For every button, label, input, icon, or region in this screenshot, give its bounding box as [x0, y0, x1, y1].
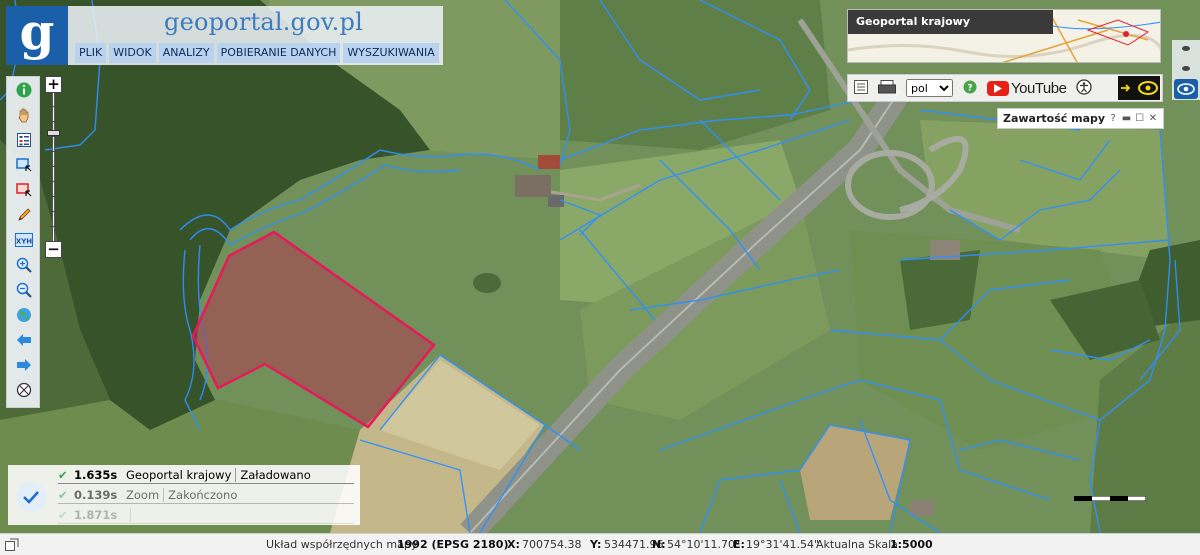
youtube-link[interactable]: YouTube	[987, 79, 1067, 97]
e-value: 19°31'41.54"	[746, 538, 820, 551]
x-label: X:	[507, 538, 520, 551]
select-rect-icon[interactable]	[15, 156, 33, 174]
log-row: ✔ 0.139s Zoom Zakończono	[58, 486, 354, 504]
back-arrow-icon[interactable]	[15, 331, 33, 349]
arrow-right-icon	[1120, 84, 1130, 92]
map-scale-bar	[1074, 496, 1146, 501]
y-label: Y:	[590, 538, 602, 551]
check-icon: ✔	[58, 507, 68, 522]
svg-text:XYH: XYH	[16, 238, 32, 246]
menu-widok[interactable]: WIDOK	[109, 43, 156, 63]
zoom-tick	[49, 211, 58, 212]
n-value: 54°10'11.70"	[667, 538, 741, 551]
select-rect-red-icon[interactable]	[15, 181, 33, 199]
youtube-icon	[987, 80, 1009, 96]
xyh-coordinates-icon[interactable]: XYH	[15, 231, 33, 249]
menu-plik[interactable]: PLIK	[75, 43, 107, 63]
zoom-handle[interactable]	[47, 129, 60, 136]
zoom-in-button[interactable]: +	[45, 76, 62, 93]
crs-label: Układ współrzędnych mapy	[266, 538, 418, 551]
forward-arrow-icon[interactable]	[15, 356, 33, 374]
map-content-panel-header[interactable]: Zawartość mapy ? ▬ ☐ ✕	[997, 108, 1164, 129]
compass-icon[interactable]	[15, 381, 33, 399]
log-time: 1.635s	[74, 467, 118, 482]
check-icon: ✔	[58, 467, 68, 482]
pan-hand-icon[interactable]	[15, 106, 33, 124]
top-right-toolset: pol ? YouTube	[847, 74, 1163, 102]
eye-icon	[1137, 81, 1158, 95]
print-icon[interactable]	[878, 79, 896, 97]
x-value: 700754.38	[522, 538, 582, 551]
draw-pencil-icon[interactable]	[15, 206, 33, 224]
zoom-slider[interactable]: + −	[45, 76, 62, 258]
accessibility-icon[interactable]	[1076, 78, 1093, 98]
check-icon: ✔	[58, 487, 68, 502]
menu-wyszukiwania[interactable]: WYSZUKIWANIA	[343, 43, 439, 63]
zoom-tick	[49, 136, 58, 137]
zoom-out-icon[interactable]	[15, 281, 33, 299]
log-source: Zoom	[126, 487, 160, 502]
layer-visibility-eye-icon[interactable]	[1174, 79, 1198, 99]
zoom-tick	[49, 196, 58, 197]
panel-minimize-icon[interactable]: ▬	[1121, 113, 1131, 125]
site-title[interactable]: geoportal.gov.pl	[164, 8, 363, 36]
expand-corner-icon[interactable]	[5, 538, 19, 551]
e-label: E:	[733, 538, 745, 551]
contrast-toggle-button[interactable]	[1118, 76, 1160, 100]
list-icon[interactable]	[854, 79, 868, 97]
scale-value: 1:5000	[890, 538, 933, 551]
zoom-track[interactable]	[52, 93, 55, 241]
language-select[interactable]: pol	[906, 79, 953, 97]
status-bar: Układ współrzędnych mapy 1992 (EPSG 2180…	[0, 533, 1200, 555]
n-label: N:	[652, 538, 666, 551]
log-status: Załadowano	[240, 467, 311, 482]
zoom-tick	[49, 181, 58, 182]
loading-log: ✔ 1.635s Geoportal krajowy Załadowano ✔ …	[8, 465, 360, 525]
zoom-out-button[interactable]: −	[45, 241, 62, 258]
zoom-tick	[49, 166, 58, 167]
dot-button-icon[interactable]	[1182, 66, 1190, 71]
crs-value: 1992 (EPSG 2180)	[397, 538, 509, 551]
map-toolbar: XYH	[6, 76, 40, 408]
app-header: g geoportal.gov.pl PLIK WIDOK ANALIZY PO…	[6, 6, 443, 65]
menu-pobieranie-danych[interactable]: POBIERANIE DANYCH	[216, 43, 341, 63]
panel-help-button[interactable]: ?	[1108, 113, 1118, 125]
menu-analizy[interactable]: ANALIZY	[158, 43, 214, 63]
log-source: Geoportal krajowy	[126, 467, 232, 482]
legend-icon[interactable]	[15, 131, 33, 149]
zoom-tick	[49, 226, 58, 227]
panel-close-icon[interactable]: ✕	[1148, 113, 1158, 125]
full-extent-globe-icon[interactable]	[15, 306, 33, 324]
svg-text:?: ?	[967, 83, 972, 93]
overview-label: Geoportal krajowy	[848, 10, 1053, 34]
geoportal-logo[interactable]: g	[6, 6, 68, 65]
panel-maximize-icon[interactable]: ☐	[1135, 113, 1145, 125]
log-time: 0.139s	[74, 487, 118, 502]
help-icon[interactable]: ?	[963, 80, 977, 97]
info-icon[interactable]	[15, 81, 33, 99]
zoom-tick	[49, 106, 58, 107]
scale-label: Aktualna Skala	[816, 538, 898, 551]
zoom-in-icon[interactable]	[15, 256, 33, 274]
log-row: ✔ 1.635s Geoportal krajowy Załadowano	[58, 466, 354, 484]
zoom-tick	[49, 151, 58, 152]
log-status-check-icon[interactable]	[16, 482, 46, 512]
panel-title: Zawartość mapy	[1003, 112, 1106, 125]
log-row: ✔ 1.871s	[58, 506, 354, 524]
dot-button-icon[interactable]	[1182, 46, 1190, 51]
main-menu: PLIK WIDOK ANALIZY POBIERANIE DANYCH WYS…	[75, 43, 439, 63]
zoom-tick	[49, 121, 58, 122]
log-status: Zakończono	[168, 487, 238, 502]
youtube-label: YouTube	[1011, 79, 1067, 97]
overview-map[interactable]: Geoportal krajowy	[847, 9, 1161, 63]
log-time: 1.871s	[74, 507, 118, 522]
